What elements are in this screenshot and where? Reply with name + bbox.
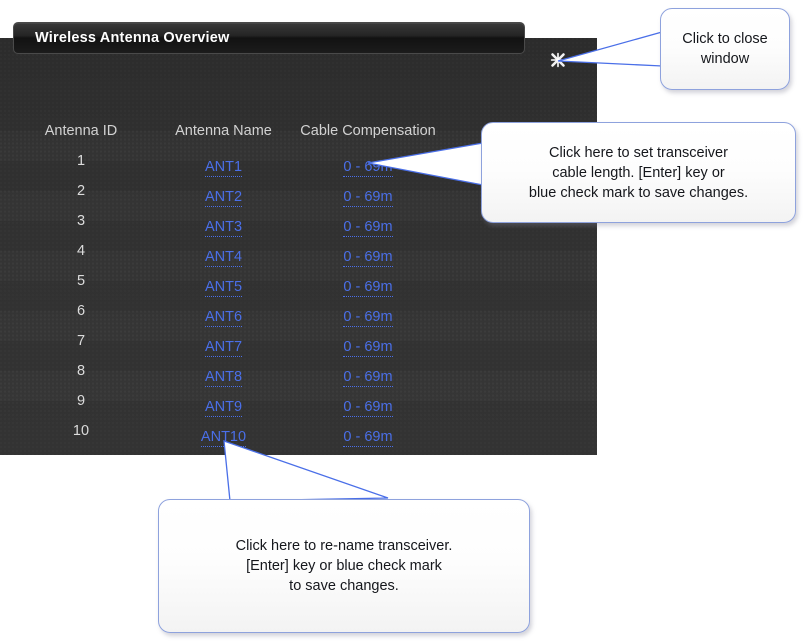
callout-rename-text: Click here to re-name transceiver. [Ente… xyxy=(235,538,453,594)
table-row: 7 ANT7 0 - 69m xyxy=(0,326,597,357)
antenna-name-link[interactable]: ANT9 xyxy=(204,399,243,417)
callout-rename-transceiver: Click here to re-name transceiver. [Ente… xyxy=(158,499,530,633)
antenna-name-link[interactable]: ANT6 xyxy=(204,309,243,327)
cable-compensation-link[interactable]: 0 - 69m xyxy=(343,429,393,447)
callout-cable-text: Click here to set transceiver cable leng… xyxy=(528,144,749,201)
cable-compensation-link[interactable]: 0 - 69m xyxy=(343,279,393,297)
antenna-name-link[interactable]: ANT7 xyxy=(204,339,243,357)
cable-compensation-link[interactable]: 0 - 69m xyxy=(343,309,393,327)
antenna-id-value: 7 xyxy=(76,333,86,349)
callout-close-text: Click to close window xyxy=(682,31,768,67)
callout-cable-compensation: Click here to set transceiver cable leng… xyxy=(481,122,796,223)
antenna-id-value: 1 xyxy=(76,153,86,169)
antenna-id-value: 8 xyxy=(76,363,86,379)
antenna-name-link[interactable]: ANT8 xyxy=(204,369,243,387)
column-header-antenna-name: Antenna Name xyxy=(175,123,272,139)
antenna-id-value: 4 xyxy=(76,243,86,259)
column-header-cable-comp: Cable Compensation xyxy=(300,123,436,139)
antenna-id-value: 9 xyxy=(76,393,86,409)
antenna-name-link[interactable]: ANT10 xyxy=(200,429,247,447)
antenna-name-link[interactable]: ANT2 xyxy=(204,189,243,207)
table-row: 4 ANT4 0 - 69m xyxy=(0,236,597,267)
antenna-id-value: 6 xyxy=(76,303,86,319)
table-row: 9 ANT9 0 - 69m xyxy=(0,386,597,417)
cable-compensation-link[interactable]: 0 - 69m xyxy=(343,339,393,357)
table-row: 6 ANT6 0 - 69m xyxy=(0,296,597,327)
table-row: 10 ANT10 0 - 69m xyxy=(0,416,597,447)
cable-compensation-link[interactable]: 0 - 69m xyxy=(343,219,393,237)
cable-compensation-link[interactable]: 0 - 69m xyxy=(343,369,393,387)
antenna-table: Antenna ID Antenna Name Cable Compensati… xyxy=(0,38,597,455)
antenna-id-value: 3 xyxy=(76,213,86,229)
antenna-name-link[interactable]: ANT3 xyxy=(204,219,243,237)
antenna-name-link[interactable]: ANT4 xyxy=(204,249,243,267)
cable-compensation-link[interactable]: 0 - 69m xyxy=(343,399,393,417)
antenna-id-value: 2 xyxy=(76,183,86,199)
antenna-name-link[interactable]: ANT1 xyxy=(204,159,243,177)
cable-compensation-link[interactable]: 0 - 69m xyxy=(343,159,393,177)
cable-compensation-link[interactable]: 0 - 69m xyxy=(343,189,393,207)
callout-close-window: Click to close window xyxy=(660,8,790,90)
table-row: 5 ANT5 0 - 69m xyxy=(0,266,597,297)
antenna-name-link[interactable]: ANT5 xyxy=(204,279,243,297)
cable-compensation-link[interactable]: 0 - 69m xyxy=(343,249,393,267)
antenna-id-value: 5 xyxy=(76,273,86,289)
table-row: 8 ANT8 0 - 69m xyxy=(0,356,597,387)
column-header-antenna-id: Antenna ID xyxy=(44,123,118,139)
antenna-id-value: 10 xyxy=(72,423,90,439)
